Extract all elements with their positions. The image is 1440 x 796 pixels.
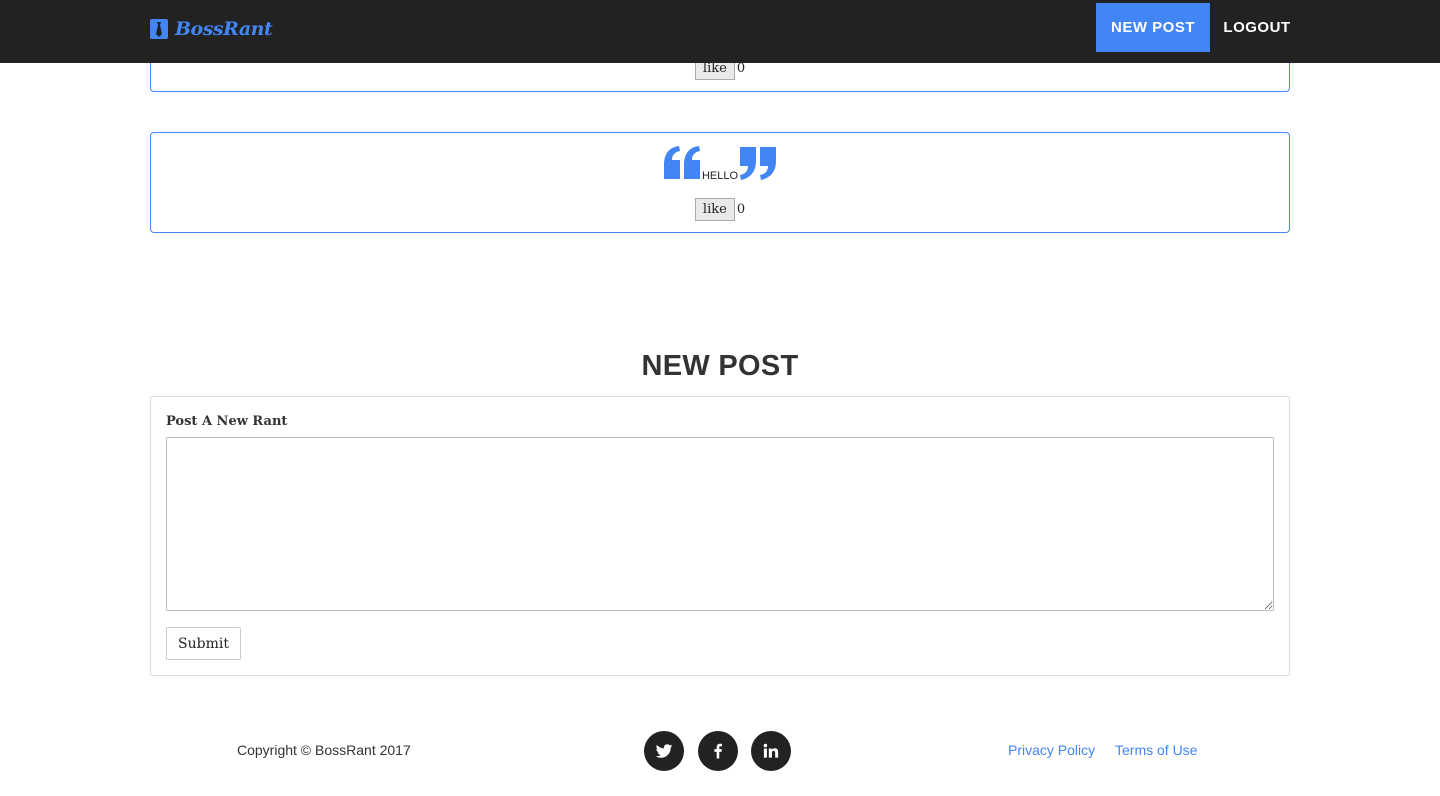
- twitter-link[interactable]: [644, 731, 684, 771]
- terms-of-use-link[interactable]: Terms of Use: [1115, 742, 1197, 758]
- linkedin-icon: [763, 743, 779, 758]
- twitter-icon: [655, 744, 673, 758]
- copyright-text: Copyright © BossRant 2017: [237, 742, 411, 758]
- linkedin-link[interactable]: [751, 731, 791, 771]
- facebook-link[interactable]: [698, 731, 738, 771]
- rant-field-label: Post A New Rant: [166, 414, 288, 429]
- logout-nav-link[interactable]: LOGOUT: [1212, 3, 1302, 52]
- quote-close-icon: [740, 147, 777, 180]
- submit-button[interactable]: Submit: [166, 627, 241, 660]
- post-text: HELLO: [701, 170, 739, 182]
- rant-post-card: HELLO like 0: [150, 132, 1290, 233]
- brand-logo-link[interactable]: BossRant: [150, 16, 273, 42]
- tie-icon: [150, 19, 168, 39]
- quote-row: HELLO: [151, 145, 1289, 182]
- facebook-icon: [714, 743, 722, 759]
- like-button[interactable]: like: [694, 198, 735, 221]
- like-count: 0: [736, 61, 746, 76]
- quote-open-icon: [663, 146, 700, 179]
- brand-name: BossRant: [175, 18, 273, 40]
- like-row: like 0: [151, 198, 1289, 221]
- like-count: 0: [736, 202, 746, 217]
- privacy-policy-link[interactable]: Privacy Policy: [1008, 742, 1095, 758]
- rant-textarea[interactable]: [166, 437, 1274, 611]
- new-post-form: Post A New Rant Submit: [150, 396, 1290, 676]
- top-navbar: BossRant NEW POST LOGOUT: [0, 0, 1440, 63]
- new-post-nav-button[interactable]: NEW POST: [1096, 3, 1210, 52]
- new-post-heading: NEW POST: [641, 350, 799, 382]
